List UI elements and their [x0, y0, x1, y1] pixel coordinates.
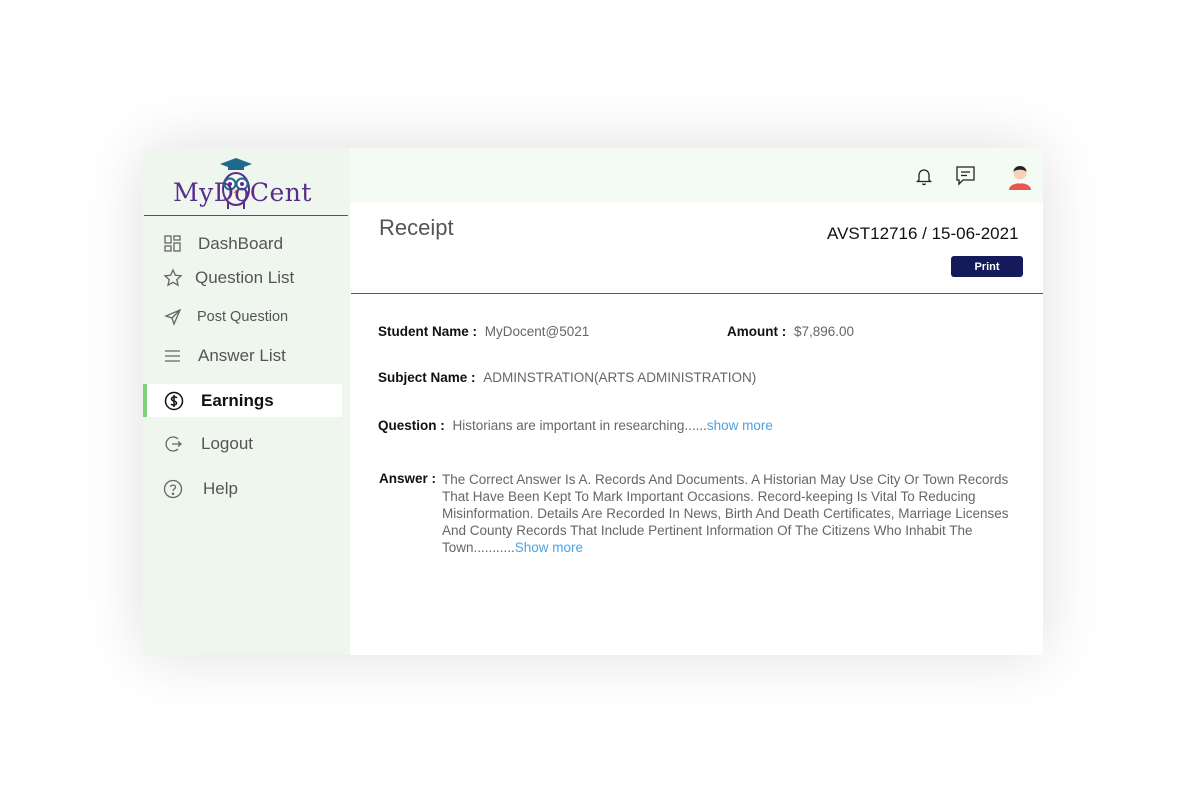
sidebar-item-label: DashBoard: [198, 234, 284, 253]
subject-field: Subject Name : ADMINSTRATION(ARTS ADMINI…: [378, 370, 756, 385]
help-icon: [163, 479, 183, 499]
question-value: Historians are important in researching.…: [452, 418, 707, 433]
question-show-more-link[interactable]: show more: [707, 418, 773, 433]
answer-text: The Correct Answer Is A. Records And Doc…: [442, 471, 1017, 556]
receipt-id-date: AVST12716 / 15-06-2021: [827, 224, 1019, 243]
header-divider: [351, 293, 1043, 294]
logout-icon: [165, 436, 183, 452]
student-name-label: Student Name :: [378, 324, 478, 339]
dollar-icon: [164, 391, 184, 411]
answer-show-more-link[interactable]: Show more: [515, 540, 583, 555]
sidebar-item-help[interactable]: Help: [143, 472, 343, 506]
sidebar-item-earnings[interactable]: Earnings: [147, 384, 342, 417]
sidebar: MyDoCent DashBoard Question List Post Qu…: [143, 148, 350, 655]
sidebar-divider: [144, 215, 348, 216]
grid-icon: [164, 235, 181, 252]
print-button[interactable]: Print: [951, 256, 1023, 277]
menu-icon: [165, 350, 180, 362]
page-title: Receipt: [379, 215, 454, 240]
star-icon: [163, 268, 183, 287]
logo-text: MyDoCent: [173, 178, 312, 207]
student-name-value: MyDocent@5021: [484, 324, 590, 339]
send-icon: [164, 308, 182, 326]
student-name-field: Student Name : MyDocent@5021: [378, 324, 589, 339]
answer-label: Answer :: [379, 471, 437, 486]
sidebar-item-dashboard[interactable]: DashBoard: [143, 227, 343, 261]
subject-value: ADMINSTRATION(ARTS ADMINISTRATION): [483, 370, 757, 385]
bell-icon[interactable]: [915, 167, 933, 186]
question-field: Question : Historians are important in r…: [378, 418, 773, 433]
sidebar-item-label: Question List: [195, 268, 295, 287]
sidebar-item-question-list[interactable]: Question List: [143, 261, 343, 295]
sidebar-item-label: Answer List: [198, 346, 286, 365]
amount-label: Amount :: [727, 324, 787, 339]
amount-value: $7,896.00: [794, 324, 855, 339]
logo[interactable]: MyDoCent: [173, 156, 323, 216]
sidebar-item-label: Logout: [201, 434, 253, 453]
sidebar-item-logout[interactable]: Logout: [143, 427, 343, 461]
avatar[interactable]: [1008, 161, 1032, 190]
subject-label: Subject Name :: [378, 370, 476, 385]
question-label: Question :: [378, 418, 445, 433]
chat-icon[interactable]: [955, 165, 976, 186]
sidebar-item-label: Post Question: [197, 309, 289, 325]
app-window: MyDoCent DashBoard Question List Post Qu…: [143, 148, 1043, 655]
sidebar-item-answer-list[interactable]: Answer List: [143, 339, 343, 373]
sidebar-item-post-question[interactable]: Post Question: [143, 300, 343, 334]
amount-field: Amount : $7,896.00: [727, 324, 854, 339]
sidebar-item-label: Earnings: [201, 390, 274, 410]
top-bar: [350, 148, 1043, 203]
sidebar-item-label: Help: [203, 479, 238, 498]
